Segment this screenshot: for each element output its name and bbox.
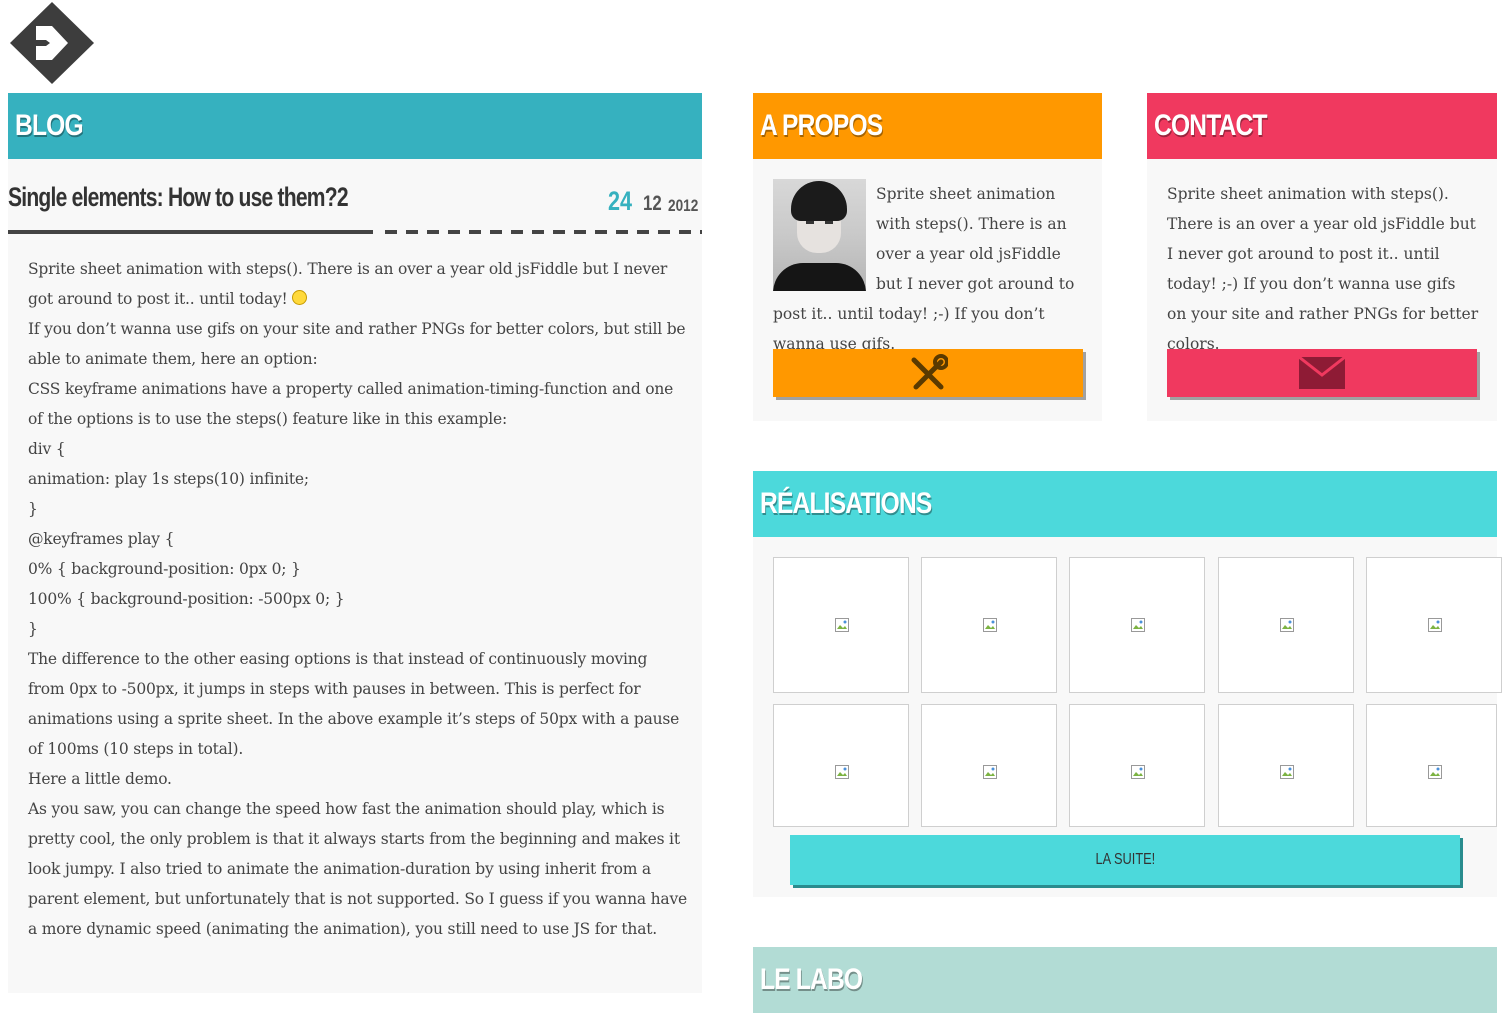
blog-header[interactable]: Blog	[8, 93, 702, 159]
broken-image-icon	[1428, 618, 1442, 632]
labo-header-label: Le labo	[760, 963, 863, 996]
portfolio-thumbnail[interactable]	[773, 704, 909, 827]
post-paragraph: If you don’t wanna use gifs on your site…	[28, 320, 686, 368]
tools-icon	[911, 354, 948, 390]
broken-image-icon	[1131, 618, 1145, 632]
post-paragraph: CSS keyframe animations have a property …	[28, 380, 674, 428]
title-underline	[8, 230, 373, 234]
code-line: 0% { background-position: 0px 0; }	[28, 560, 301, 578]
blog-header-label: Blog	[15, 109, 84, 142]
diamond-arrow-logo-icon	[10, 2, 94, 84]
apropos-text: Sprite sheet animation with steps(). The…	[773, 185, 1075, 353]
realisations-header-label: Réalisations	[760, 487, 932, 520]
broken-image-icon	[1280, 618, 1294, 632]
broken-image-icon	[835, 618, 849, 632]
apropos-header[interactable]: A propos	[753, 93, 1102, 159]
portfolio-thumbnail[interactable]	[1366, 704, 1497, 827]
code-line: 100% { background-position: -500px 0; }	[28, 590, 345, 608]
portfolio-thumbnail[interactable]	[921, 704, 1057, 827]
labo-header[interactable]: Le labo	[753, 947, 1497, 1013]
broken-image-icon	[983, 765, 997, 779]
portfolio-thumbnail[interactable]	[773, 557, 909, 693]
broken-image-icon	[1131, 765, 1145, 779]
envelope-icon	[1299, 357, 1345, 389]
title-dashed-divider	[385, 230, 702, 234]
broken-image-icon	[1280, 765, 1294, 779]
code-line: @keyframes play {	[28, 530, 175, 548]
more-projects-label: La suite!	[1095, 851, 1155, 868]
contact-header-label: Contact	[1154, 109, 1268, 142]
more-projects-button[interactable]: La suite!	[790, 835, 1460, 885]
post-paragraph: Here a little demo.	[28, 770, 172, 788]
broken-image-icon	[983, 618, 997, 632]
code-line: }	[28, 620, 38, 638]
portfolio-thumbnail[interactable]	[921, 557, 1057, 693]
post-paragraph: The difference to the other easing optio…	[28, 650, 680, 758]
post-date-month: 12	[643, 192, 662, 215]
post-paragraph: As you saw, you can change the speed how…	[28, 800, 687, 938]
post-date-year: 2012	[668, 196, 699, 215]
broken-image-icon	[1428, 765, 1442, 779]
portfolio-thumbnail[interactable]	[1366, 557, 1502, 693]
portfolio-thumbnail[interactable]	[1069, 557, 1205, 693]
site-logo[interactable]	[10, 2, 94, 84]
post-body: Sprite sheet animation with steps(). The…	[28, 254, 688, 944]
contact-button[interactable]	[1167, 349, 1477, 397]
portfolio-thumbnail[interactable]	[1218, 704, 1354, 827]
code-line: }	[28, 500, 38, 518]
contact-text: Sprite sheet animation with steps(). The…	[1167, 185, 1479, 353]
post-date-day: 24	[608, 186, 633, 216]
apropos-button[interactable]	[773, 349, 1083, 397]
realisations-header[interactable]: Réalisations	[753, 471, 1497, 537]
code-line: div {	[28, 440, 66, 458]
code-line: animation: play 1s steps(10) infinite;	[28, 470, 309, 488]
portfolio-thumbnail[interactable]	[1218, 557, 1354, 693]
apropos-header-label: A propos	[760, 109, 883, 142]
broken-image-icon	[835, 765, 849, 779]
portfolio-thumbnail[interactable]	[1069, 704, 1205, 827]
contact-header[interactable]: Contact	[1147, 93, 1497, 159]
smiley-icon	[292, 290, 308, 305]
post-title[interactable]: Single elements: How to use them?2	[8, 182, 349, 213]
post-paragraph: Sprite sheet animation with steps(). The…	[28, 260, 668, 308]
